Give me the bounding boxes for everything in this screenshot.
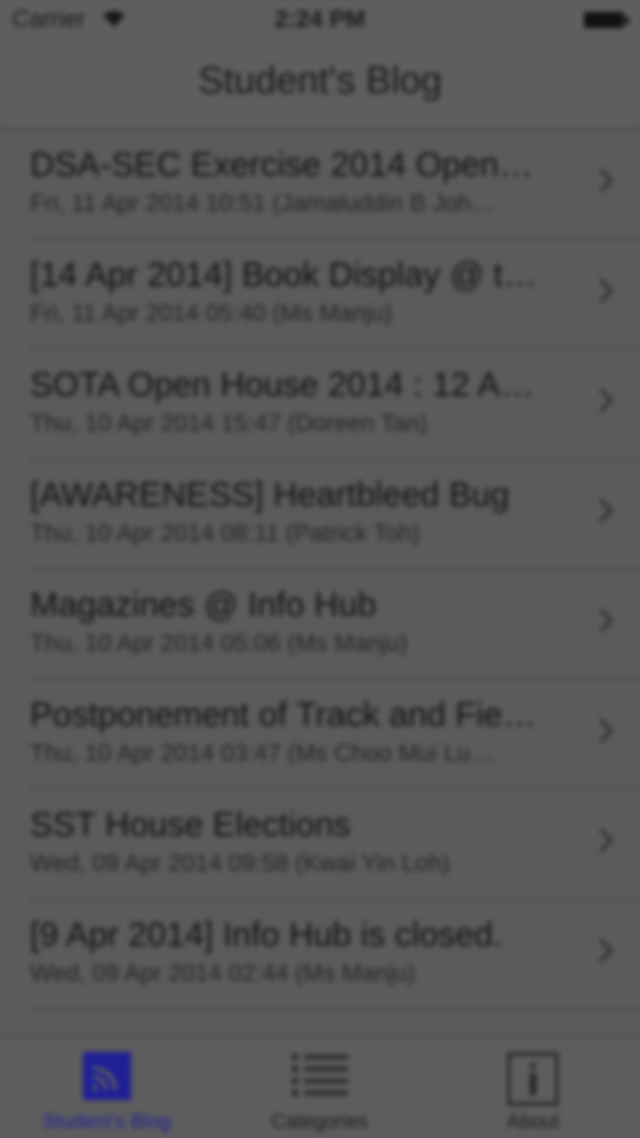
list-icon [291, 1054, 348, 1096]
status-bar: Carrier 2:24 PM [0, 0, 640, 40]
post-meta: Thu, 10 Apr 2014 03:47 (Ms Choo Mui Lu… [30, 740, 495, 767]
post-title: SST House Elections [30, 806, 351, 844]
list-item[interactable]: [AWARENESS] Heartbleed Bug Thu, 10 Apr 2… [30, 460, 640, 570]
post-title: [9 Apr 2014] Info Hub is closed. [30, 916, 503, 954]
list-item[interactable]: [9 Apr 2014] Info Hub is closed. Wed, 09… [30, 900, 640, 1010]
chevron-right-icon [589, 278, 614, 303]
post-title: DSA-SEC Exercise 2014 Open… [30, 146, 533, 184]
navigation-bar: Student's Blog [0, 40, 640, 130]
chevron-right-icon [589, 938, 614, 963]
status-time: 2:24 PM [274, 6, 366, 33]
list-item[interactable]: [14 Apr 2014] Book Display @ t… Fri, 11 … [30, 240, 640, 350]
app-screen: Carrier 2:24 PM Student's Blog DSA-SEC E… [0, 0, 640, 1138]
tab-students-blog[interactable]: Student's Blog [0, 1038, 213, 1138]
post-title: [AWARENESS] Heartbleed Bug [30, 476, 510, 514]
post-meta: Thu, 10 Apr 2014 08:11 (Patrick Toh) [30, 520, 421, 547]
rss-icon [82, 1052, 131, 1100]
post-meta: Wed, 09 Apr 2014 09:58 (Kwai Yin Loh) [30, 850, 450, 877]
post-meta: Fri, 11 Apr 2014 05:40 (Ms Manju) [30, 300, 393, 327]
tab-label: Categories [271, 1111, 368, 1133]
post-meta: Thu, 10 Apr 2014 05:06 (Ms Manju) [30, 630, 408, 657]
chevron-right-icon [589, 828, 614, 853]
post-title: [14 Apr 2014] Book Display @ t… [30, 256, 537, 294]
tab-label: Student's Blog [42, 1111, 171, 1133]
post-title: Postponement of Track and Fie… [30, 696, 537, 734]
post-list[interactable]: DSA-SEC Exercise 2014 Open… Fri, 11 Apr … [0, 130, 640, 1036]
battery-icon [584, 12, 629, 28]
tab-categories[interactable]: Categories [213, 1038, 426, 1138]
info-icon [507, 1052, 559, 1106]
chevron-right-icon [589, 388, 614, 413]
tab-bar: Student's Blog Categories About [0, 1036, 640, 1138]
list-item[interactable]: SOTA Open House 2014 : 12 A… Thu, 10 Apr… [30, 350, 640, 460]
chevron-right-icon [589, 718, 614, 743]
tab-label: About [506, 1111, 560, 1133]
post-title: SOTA Open House 2014 : 12 A… [30, 366, 535, 404]
list-item[interactable]: Postponement of Track and Fie… Thu, 10 A… [30, 680, 640, 790]
list-item[interactable]: SST House Elections Wed, 09 Apr 2014 09:… [30, 790, 640, 900]
list-item[interactable]: DSA-SEC Exercise 2014 Open… Fri, 11 Apr … [30, 130, 640, 240]
list-item[interactable]: Magazines @ Info Hub Thu, 10 Apr 2014 05… [30, 570, 640, 680]
chevron-right-icon [589, 608, 614, 633]
chevron-right-icon [589, 168, 614, 193]
tab-about[interactable]: About [426, 1038, 640, 1138]
chevron-right-icon [589, 498, 614, 523]
post-title: Magazines @ Info Hub [30, 586, 377, 624]
post-meta: Thu, 10 Apr 2014 15:47 (Doreen Tan) [30, 410, 428, 437]
post-meta: Wed, 09 Apr 2014 02:44 (Ms Manju) [30, 960, 416, 987]
post-meta: Fri, 11 Apr 2014 10:51 (Jamaluddin B Joh… [30, 190, 496, 217]
page-title: Student's Blog [198, 60, 442, 102]
